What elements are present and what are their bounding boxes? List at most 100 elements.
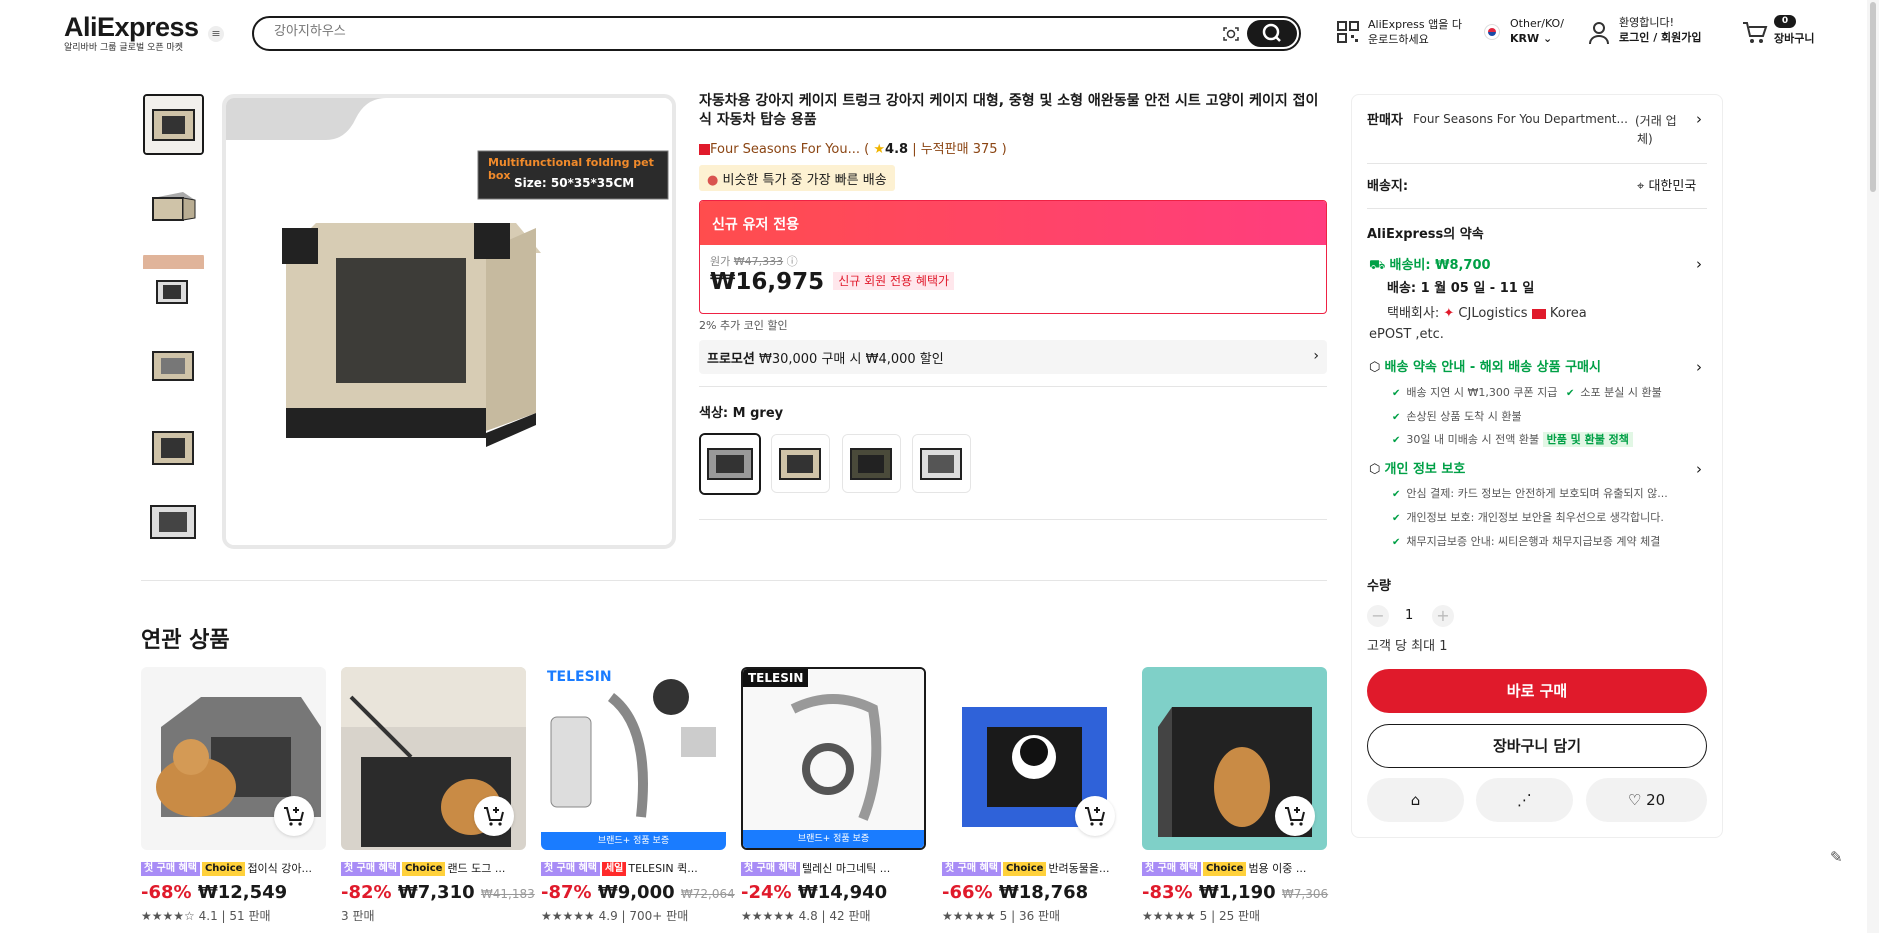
add-to-cart-icon[interactable] — [1075, 796, 1115, 836]
product-image[interactable] — [942, 667, 1127, 850]
promise-title: AliExpress의 약속 — [1367, 227, 1484, 242]
price: ₩12,549 — [197, 882, 288, 903]
page-scrollbar[interactable] — [1867, 0, 1879, 933]
delivery-guarantee-row[interactable]: ⬡ 배송 약속 안내 - 해외 배송 상품 구매시 — [1369, 359, 1601, 377]
logo-tagline: 알리바바 그룹 글로벌 오픈 마켓 — [64, 43, 184, 53]
related-card-3[interactable]: TELESIN 브랜드+ 정품 보증 첫 구매 혜택 세일 TELESIN 퀵...… — [541, 667, 735, 924]
truck-icon: ⛟ — [1369, 258, 1386, 273]
related-card-6[interactable]: 첫 구매 혜택 Choice 범용 이중 ... -83% ₩1,190 ₩7,30… — [1142, 667, 1329, 924]
account-login-link[interactable]: 환영합니다! 로그인 / 회원가입 — [1619, 15, 1702, 45]
add-to-cart-icon[interactable] — [1275, 796, 1315, 836]
guarantee-item-2: ✔ 소포 분실 시 환불 — [1566, 386, 1662, 399]
product-image[interactable]: TELESIN 브랜드+ 정품 보증 — [741, 667, 926, 850]
check-icon: ✔ — [1392, 537, 1401, 548]
chevron-right-icon[interactable]: › — [1696, 255, 1702, 273]
gallery-thumb-5[interactable] — [143, 418, 204, 479]
privacy-item-1: ✔ 안심 결제: 카드 정보는 안전하게 보호되며 유출되지 않... — [1392, 487, 1668, 500]
app-download-link[interactable]: AliExpress 앱을 다 운로드하세요 — [1368, 17, 1462, 47]
chevron-right-icon[interactable]: › — [1696, 460, 1702, 478]
color-option-4[interactable] — [912, 434, 971, 493]
brand-guarantee-strip: 브랜드+ 정품 보증 — [743, 830, 924, 848]
main-product-image[interactable]: Multifunctional folding pet box Size: 50… — [222, 94, 676, 549]
color-option-3[interactable] — [842, 434, 901, 493]
discount: -24% — [741, 882, 792, 903]
category-menu-icon[interactable]: ≡ — [208, 26, 224, 42]
quantity-label: 수량 — [1367, 579, 1391, 594]
ship-to-selector[interactable]: ⌖ 대한민국 — [1637, 178, 1696, 196]
product-name: 반려동물을... — [1048, 862, 1110, 875]
cj-logo-icon: ✦ — [1443, 306, 1455, 321]
region-currency-selector[interactable]: Other/KO/ KRW ⌄ — [1510, 16, 1564, 46]
promotion-bar[interactable]: 프로모션 ₩30,000 구매 시 ₩4,000 할인 › — [699, 340, 1327, 374]
original-price: ₩72,064 — [680, 887, 735, 901]
cart-icon[interactable] — [1742, 21, 1768, 49]
image-search-icon[interactable] — [1221, 24, 1241, 44]
gallery-thumb-3[interactable] — [143, 253, 204, 314]
search-button[interactable] — [1247, 20, 1297, 47]
check-icon: ✔ — [1566, 388, 1575, 399]
wishlist-button[interactable]: ♡ 20 — [1586, 778, 1707, 822]
share-icon: ⋰ — [1517, 791, 1532, 809]
buy-now-button[interactable]: 바로 구매 — [1367, 669, 1707, 713]
first-purchase-tag: 첫 구매 혜택 — [741, 862, 800, 876]
price: ₩7,310 — [397, 882, 475, 903]
product-name: 접이식 강아... — [247, 862, 313, 875]
gallery-thumb-4[interactable] — [143, 336, 204, 397]
related-card-2[interactable]: 첫 구매 혜택 Choice 랜드 도그 ... -82% ₩7,310 ₩41,1… — [341, 667, 535, 924]
star-rating-icon: ★★★★★ — [741, 909, 795, 923]
shipping-fee-row[interactable]: ⛟ 배송비: ₩8,700 — [1369, 257, 1491, 275]
gallery-thumb-1[interactable] — [143, 94, 204, 155]
chevron-down-icon: ⌄ — [1542, 32, 1553, 45]
search-bar[interactable] — [252, 16, 1301, 51]
chevron-right-icon[interactable]: › — [1696, 358, 1702, 376]
product-name: 랜드 도그 ... — [447, 862, 506, 875]
search-input[interactable] — [274, 24, 1174, 39]
related-card-5[interactable]: 첫 구매 혜택 Choice 반려동물을... -66% ₩18,768 ★★★★★… — [942, 667, 1127, 924]
color-option-2[interactable] — [771, 434, 830, 493]
add-to-cart-icon[interactable] — [474, 796, 514, 836]
aliexpress-logo[interactable]: AliExpress — [64, 12, 199, 43]
qr-code-icon[interactable] — [1336, 20, 1360, 48]
discount: -68% — [141, 882, 192, 903]
store-button[interactable]: ⌂ — [1367, 778, 1464, 822]
share-button[interactable]: ⋰ — [1476, 778, 1573, 822]
gallery-thumb-6[interactable] — [143, 492, 204, 553]
product-image[interactable] — [1142, 667, 1327, 850]
privacy-item-2: ✔ 개인정보 보호: 개인정보 보안을 최우선으로 생각합니다. — [1392, 511, 1664, 524]
cart-label[interactable]: 장바구니 — [1774, 31, 1814, 46]
original-price-line: 원가 ₩47,333 ⓘ — [710, 255, 798, 268]
color-option-1[interactable] — [699, 433, 761, 495]
info-icon[interactable]: ⓘ — [787, 255, 798, 268]
store-name-link[interactable]: Four Seasons For You... — [710, 142, 860, 157]
sold-count[interactable]: 누적판매 375 — [921, 142, 998, 157]
brand-guarantee-strip: 브랜드+ 정품 보증 — [541, 832, 726, 850]
current-price: ₩16,975 — [710, 269, 825, 295]
quantity-value[interactable]: 1 — [1405, 607, 1413, 625]
privacy-row[interactable]: ⬡ 개인 정보 보호 — [1369, 461, 1465, 479]
star-rating-icon: ★★★★★ — [541, 909, 595, 923]
related-card-4[interactable]: TELESIN 브랜드+ 정품 보증 첫 구매 혜택 텔레신 마그네틱 ... -… — [741, 667, 926, 924]
chevron-right-icon[interactable]: › — [1696, 110, 1702, 128]
related-card-1[interactable]: 첫 구매 혜택 Choice 접이식 강아... -68% ₩12,549 ★★★★… — [141, 667, 326, 924]
first-purchase-tag: 첫 구매 혜택 — [141, 862, 200, 876]
discount: -66% — [942, 882, 993, 903]
sale-tag: 세일 — [601, 862, 627, 876]
add-to-cart-icon[interactable] — [274, 796, 314, 836]
gallery-thumb-2[interactable] — [143, 176, 204, 237]
flame-icon: ● — [707, 173, 719, 188]
user-icon[interactable] — [1588, 21, 1610, 49]
add-to-cart-button[interactable]: 장바구니 담기 — [1367, 724, 1707, 768]
scrollbar-thumb[interactable] — [1870, 2, 1876, 192]
quantity-decrease-button[interactable]: − — [1367, 605, 1389, 627]
star-rating-icon: ★★★★★ — [942, 909, 996, 923]
original-price: ₩7,306 — [1281, 887, 1329, 901]
seller-name[interactable]: Four Seasons For You Department... — [1413, 110, 1635, 128]
product-image[interactable]: TELESIN 브랜드+ 정품 보증 — [541, 667, 726, 850]
check-icon: ✔ — [1392, 412, 1401, 423]
product-image[interactable] — [141, 667, 326, 850]
product-image[interactable] — [341, 667, 526, 850]
edit-feedback-icon[interactable]: ✎ — [1830, 848, 1843, 866]
quantity-increase-button[interactable]: + — [1432, 605, 1454, 627]
refund-policy-badge[interactable]: 반품 및 환불 정책 — [1542, 432, 1633, 447]
brand-logo: TELESIN — [743, 669, 809, 687]
